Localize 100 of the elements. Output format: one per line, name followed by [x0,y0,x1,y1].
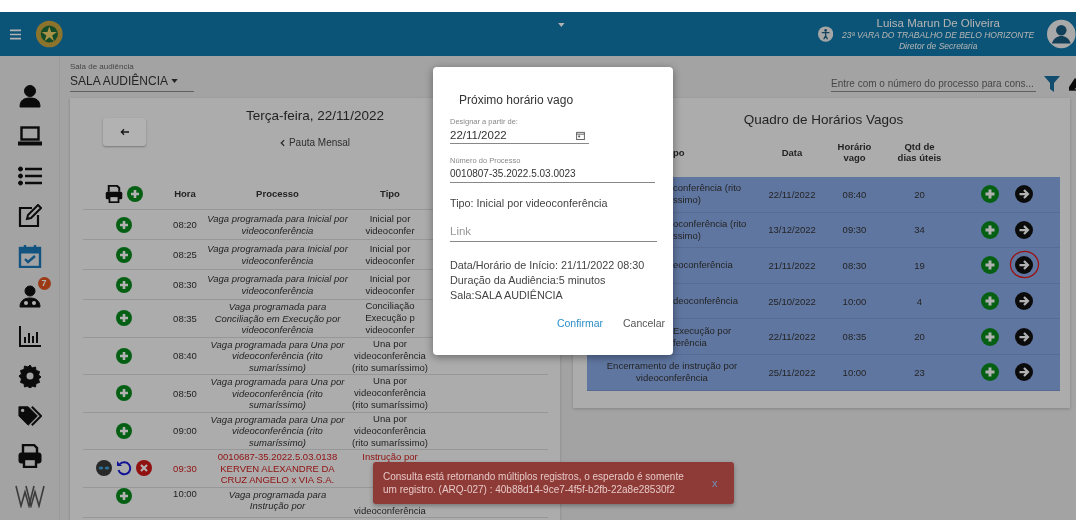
filter-icon[interactable] [1044,76,1060,92]
process-cell-text: Vaga programada para Conciliação em Execução por videoconferência [213,300,342,337]
user-unit: 23ª VARA DO TRABALHO DE BELO HORIZONTE [842,29,1035,41]
type-cell: Encerramento de instrução por videoconferência [606,360,738,385]
time-cell: 10:00 [842,295,867,307]
printer-icon[interactable] [105,184,123,203]
printer-icon[interactable] [17,443,42,468]
arrow-right-icon[interactable] [1015,292,1033,311]
date-cell: 22/11/2022 [768,331,816,343]
type-cell: Inicial por videoconfer [365,212,415,237]
add-icon[interactable] [981,220,999,239]
column-header: Data [781,146,803,158]
add-icon[interactable] [116,347,132,364]
process-cell: 0010687-35.2022.5.03.0138 KERVEN ALEXANDRE DA CRUZ ANGELO x VIA S.A. [217,450,338,487]
time-cell: 10:00 [173,487,197,499]
process-cell-text: Vaga programada para Una por videoconferência (rito sumaríssimo) [209,337,346,374]
undo-icon[interactable] [116,460,132,477]
caret-icon [171,79,179,83]
caret-icon[interactable] [558,23,565,27]
edit-icon[interactable] [17,203,42,228]
time-cell: 08:40 [173,350,197,362]
date-field-value: 22/11/2022 [450,129,507,141]
add-icon[interactable] [116,487,132,504]
toast-message: Consulta está retornando múltiplos registros, o esperado é somente um registro. (ARQ-027) : 40b88d14-9ce7-4f5f-b2fb-22a8e28530f2 [383,470,685,496]
type-cell: deoconferência [673,295,738,308]
type-cell: videoconferência [354,504,426,517]
add-icon[interactable] [981,363,999,382]
time-cell: 09:00 [173,425,197,437]
arrow-right-icon[interactable] [1015,327,1033,346]
menu-icon[interactable] [10,28,22,40]
laptop-icon[interactable] [17,123,42,148]
process-cell-text: Vaga programada para Una por videoconferência (rito sumaríssimo) [209,412,346,449]
column-header: po [673,146,685,158]
room-select-value: SALA AUDIÊNCIA [70,74,169,88]
type-cell: oconferência (rito ssimo) [673,217,747,242]
people-icon[interactable] [17,283,42,308]
person-icon[interactable] [17,83,42,108]
calendar-icon[interactable] [17,243,42,268]
add-icon[interactable] [981,292,999,311]
time-cell: 10:00 [842,366,867,378]
days-cell: 34 [914,224,925,236]
arrow-right-icon[interactable] [1015,363,1033,382]
type-cell: Una por videoconferência (rito sumaríssimo) [352,375,428,412]
search-field[interactable]: Entre com o número do processo para cons... [831,76,1036,92]
add-icon[interactable] [981,256,999,275]
tags-icon[interactable] [17,403,42,428]
process-field-value: 0010807-35.2022.5.03.0023 [450,168,577,179]
delete-icon[interactable] [136,460,152,477]
add-icon[interactable] [116,276,132,293]
bar-chart-icon[interactable] [17,323,42,348]
time-cell: 08:30 [173,279,197,290]
date-cell: 25/11/2022 [768,366,816,378]
type-cell: conferência (rito ssimo) [673,182,742,207]
arrow-right-icon[interactable] [1015,256,1033,275]
cancel-button[interactable]: Cancelar [622,317,665,329]
type-cell: Una por videoconferência (rito sumaríssimo) [352,412,428,449]
time-cell: 08:50 [173,387,197,399]
calendar-icon[interactable] [576,130,585,140]
list-icon[interactable] [17,163,42,188]
add-icon[interactable] [116,310,132,327]
arrow-right-icon[interactable] [1015,185,1033,204]
date-cell: 13/12/2022 [768,224,816,236]
free-slots-title: Quadro de Horários Vagos [743,112,904,127]
days-cell: 23 [914,366,925,378]
goggles-icon[interactable] [96,460,112,477]
logo-icon[interactable] [14,483,45,508]
type-cell: Conciliação Execução p videoconfer [365,300,415,337]
process-cell-text: Vaga programada para Inicial por videoconferência [206,212,349,237]
process-cell-text: Vaga programada para Inicial por videoconferência [206,242,349,267]
notification-badge: 7 [37,276,51,290]
time-cell: 09:30 [842,224,867,236]
add-icon[interactable] [981,327,999,346]
add-icon[interactable] [981,185,999,204]
date-cell: 21/11/2022 [768,260,816,271]
type-text: Tipo: Inicial por videoconferência [450,196,609,211]
time-cell: 08:20 [173,219,197,230]
user-name: Luisa Marun De Oliveira [876,16,1000,30]
settings-icon[interactable] [17,363,42,388]
date-cell: 25/10/2022 [768,295,816,307]
add-icon[interactable] [116,246,132,263]
accessibility-icon[interactable] [817,26,833,42]
add-icon[interactable] [127,185,143,202]
monthly-link[interactable]: Pauta Mensal [279,137,351,148]
arrow-right-icon[interactable] [1015,220,1033,239]
room-select[interactable]: Sala de audiência SALA AUDIÊNCIA [70,62,194,92]
time-cell: 09:30 [173,462,197,474]
type-cell: Execução por ferência [673,324,732,349]
arrow-left-icon [119,128,129,136]
add-icon[interactable] [116,422,132,439]
column-header: Processo [256,188,299,199]
type-cell: Inicial por videoconfer [365,242,415,267]
info-line: Sala:SALA AUDIÊNCIA [450,288,564,303]
add-icon[interactable] [116,385,132,402]
avatar-icon[interactable] [1047,19,1076,49]
confirm-button[interactable]: Confirmar [556,317,603,329]
add-icon[interactable] [116,216,132,233]
days-cell: 20 [914,331,925,343]
type-cell: Inicial por videoconfer [365,272,415,297]
room-select-label: Sala de audiência [70,62,135,71]
column-header: Horário vago [836,141,873,163]
